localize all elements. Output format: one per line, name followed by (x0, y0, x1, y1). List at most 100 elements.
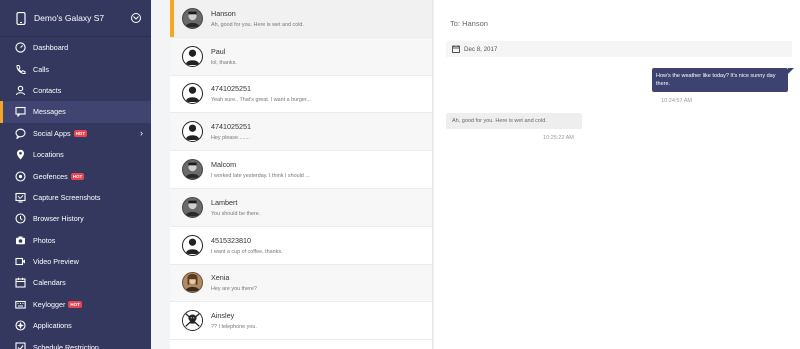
apps-icon (14, 320, 26, 332)
conversation-item[interactable]: Paul lol, thanks. (170, 37, 432, 76)
hot-badge: HOT (73, 129, 88, 137)
geofence-icon (14, 170, 26, 182)
contact-name: Lambert (211, 197, 238, 207)
sidebar-item-label: Schedule Restriction (33, 342, 99, 349)
device-name: Demo's Galaxy S7 (34, 13, 105, 23)
sidebar-item-applications[interactable]: Applications (0, 315, 151, 336)
conversation-item[interactable]: 4741025251 Hey please........ (170, 113, 432, 152)
sidebar-item-label: Messages (33, 107, 66, 117)
conversation-item[interactable]: Hanson Ah, good for you. Here is wet and … (170, 0, 432, 38)
phone-icon (14, 63, 26, 75)
avatar (182, 310, 203, 332)
sidebar: Demo's Galaxy S7 Dashboard Calls Contacts M… (0, 0, 151, 349)
sidebar-item-photos[interactable]: Photos (0, 230, 151, 251)
avatar (182, 83, 203, 105)
screenshot-icon (14, 191, 26, 203)
sidebar-item-label: Social Apps (33, 128, 71, 138)
sidebar-item-contacts[interactable]: Contacts (0, 80, 151, 101)
device-selector[interactable]: Demo's Galaxy S7 (0, 0, 151, 37)
sidebar-item-label: Capture Screenshots (33, 192, 101, 202)
outgoing-message: How's the weather like today? It's nice … (652, 68, 794, 92)
conversation-item[interactable]: Xenia Hey are you there? (170, 264, 432, 303)
conversation-item[interactable]: Lambert You should be there. (170, 188, 432, 227)
phone-device-icon (14, 11, 28, 25)
sidebar-item-label: Browser History (33, 214, 84, 224)
date-separator: Dec 8, 2017 (446, 41, 792, 57)
sidebar-item-capture-screenshots[interactable]: Capture Screenshots (0, 187, 151, 208)
chat-panel: To: Hanson Dec 8, 2017 How's the weather… (434, 0, 800, 349)
message-preview: You should be there. (211, 210, 261, 217)
hot-badge: HOT (70, 172, 85, 180)
calendar-icon (14, 277, 26, 289)
contact-name: Paul (211, 46, 226, 56)
avatar (182, 272, 203, 294)
sidebar-item-label: Photos (33, 235, 56, 245)
sidebar-item-schedule-restriction[interactable]: Schedule Restriction (0, 336, 151, 349)
message-preview: Hey are you there? (211, 286, 257, 293)
keyboard-icon (14, 298, 26, 310)
sidebar-item-social-apps[interactable]: Social Apps HOT › (0, 123, 151, 144)
message-preview: Ah, good for you. Here is wet and cold. (211, 21, 304, 28)
message-preview: lol, thanks. (211, 59, 237, 66)
sidebar-item-label: Calls (33, 64, 49, 74)
message-preview: Hey please........ (211, 135, 250, 142)
calendar-icon (452, 45, 460, 53)
avatar (182, 121, 203, 143)
conversation-list: Hanson Ah, good for you. Here is wet and … (170, 0, 433, 349)
avatar (182, 45, 203, 67)
dashboard-icon (14, 42, 26, 54)
sidebar-item-locations[interactable]: Locations (0, 144, 151, 165)
sidebar-item-label: Keylogger (33, 299, 66, 309)
sidebar-item-keylogger[interactable]: Keylogger HOT (0, 294, 151, 315)
incoming-message: Ah, good for you. Here is wet and cold. (446, 113, 582, 129)
message-preview: Yeah sure.. That's great. I want a burge… (211, 97, 311, 104)
chat-bubble-icon (14, 127, 26, 139)
hot-badge: HOT (68, 300, 82, 308)
avatar (182, 7, 203, 29)
contact-name: 4741025251 (211, 84, 251, 94)
sidebar-item-dashboard[interactable]: Dashboard (0, 37, 151, 58)
date-label: Dec 8, 2017 (464, 45, 498, 53)
sidebar-item-label: Applications (33, 321, 72, 331)
recipient-label: To: Hanson (450, 19, 488, 28)
avatar (182, 196, 203, 218)
schedule-icon (14, 341, 26, 349)
avatar (182, 159, 203, 181)
contact-name: Malcom (211, 160, 237, 170)
message-preview: I want a cup of coffee, thanks. (211, 248, 283, 255)
video-icon (14, 256, 26, 268)
conversation-item[interactable]: Ainsley ?? I telephone you. (170, 302, 432, 341)
sidebar-item-messages[interactable]: Messages (0, 101, 151, 123)
chevron-right-icon: › (140, 128, 143, 139)
incoming-timestamp: 10:25:22 AM (543, 135, 574, 141)
conversation-item[interactable]: 4515323810 I want a cup of coffee, thanks… (170, 227, 432, 265)
sidebar-item-label: Video Preview (33, 257, 79, 267)
chevron-down-icon[interactable] (131, 13, 141, 23)
contact-name: Xenia (211, 273, 230, 283)
conversation-item[interactable]: Malcom I worked late yesterday. I think I… (170, 151, 432, 189)
contact-name: Ainsley (211, 311, 235, 321)
sidebar-item-label: Locations (33, 150, 64, 160)
sidebar-item-label: Calendars (33, 278, 66, 288)
message-preview: ?? I telephone you. (211, 324, 257, 331)
sidebar-item-label: Contacts (33, 85, 62, 95)
avatar (182, 234, 203, 256)
contact-name: 4515323810 (211, 235, 251, 245)
sidebar-item-geofences[interactable]: Geofences HOT (0, 165, 151, 186)
history-icon (14, 213, 26, 225)
sidebar-item-video-preview[interactable]: Video Preview (0, 251, 151, 272)
message-preview: I worked late yesterday. I think I shoul… (211, 173, 310, 180)
contacts-icon (14, 84, 26, 96)
conversation-item[interactable]: 4741025251 Yeah sure.. That's great. I wa… (170, 76, 432, 114)
sidebar-item-calendars[interactable]: Calendars (0, 272, 151, 293)
map-pin-icon (14, 149, 26, 161)
camera-icon (14, 234, 26, 246)
contact-name: Hanson (211, 8, 236, 18)
outgoing-timestamp: 10:24:57 AM (661, 98, 692, 104)
sidebar-item-label: Dashboard (33, 43, 69, 53)
sidebar-item-calls[interactable]: Calls (0, 58, 151, 79)
sidebar-item-label: Geofences (33, 171, 68, 181)
message-icon (14, 106, 26, 118)
sidebar-item-browser-history[interactable]: Browser History (0, 208, 151, 229)
contact-name: 4741025251 (211, 122, 251, 132)
